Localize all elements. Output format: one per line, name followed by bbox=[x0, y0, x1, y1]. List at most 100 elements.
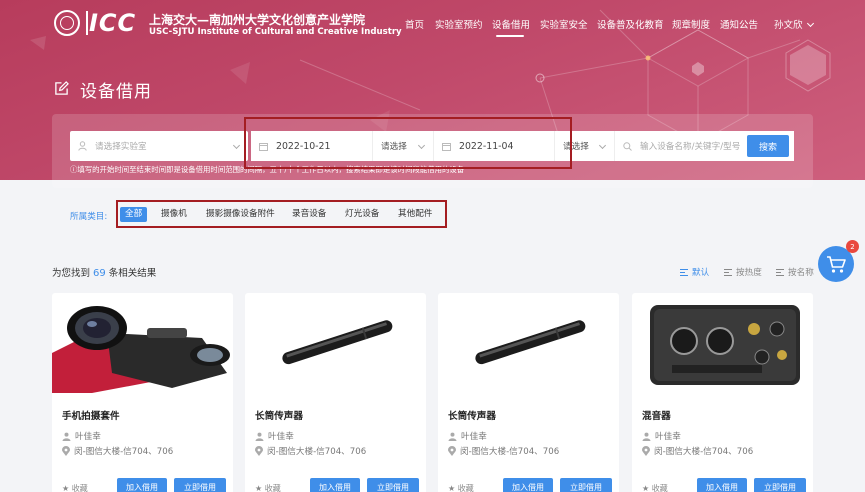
search-button[interactable]: 搜索 bbox=[747, 135, 789, 157]
add-to-borrow-button[interactable]: 加入借用 bbox=[310, 478, 360, 492]
sort-icon bbox=[776, 268, 784, 276]
equipment-card[interactable]: 手机拍摄套件 叶佳幸 闵-图信大楼-信704、706 ★ 收藏 加入借用 立即借… bbox=[52, 293, 233, 492]
equipment-name[interactable]: 长筒传声器 bbox=[255, 408, 303, 422]
person-icon bbox=[642, 432, 651, 441]
equipment-image bbox=[632, 293, 813, 393]
result-summary: 为您找到 69 条相关结果 bbox=[52, 265, 156, 279]
cart-count-badge: 2 bbox=[846, 240, 859, 253]
category-label: 所属类目: bbox=[70, 212, 108, 222]
sort-default[interactable]: 默认 bbox=[680, 266, 709, 278]
user-menu[interactable]: 孙文欣 bbox=[774, 17, 814, 31]
institute-name-cn: 上海交大—南加州大学文化创意产业学院 bbox=[149, 13, 366, 27]
owner-name: 叶佳幸 bbox=[461, 432, 487, 442]
equipment-location: 闵-图信大楼-信704、706 bbox=[62, 445, 173, 457]
category-camera-accessories[interactable]: 摄影摄像设备附件 bbox=[206, 207, 275, 222]
lab-select[interactable]: 请选择实验室 bbox=[70, 131, 248, 161]
chevron-down-icon bbox=[598, 141, 607, 150]
borrow-now-button[interactable]: 立即借用 bbox=[754, 478, 806, 492]
nav-lab-booking[interactable]: 实验室预约 bbox=[435, 17, 483, 31]
sort-popularity-label: 按热度 bbox=[736, 268, 762, 278]
favorite-button[interactable]: ★ 收藏 bbox=[448, 483, 474, 492]
add-to-borrow-button[interactable]: 加入借用 bbox=[503, 478, 553, 492]
add-to-borrow-button[interactable]: 加入借用 bbox=[697, 478, 747, 492]
sort-icon bbox=[680, 268, 688, 276]
owner-name: 叶佳幸 bbox=[268, 432, 294, 442]
sort-popularity[interactable]: 按热度 bbox=[724, 266, 762, 278]
person-icon bbox=[448, 432, 457, 441]
user-name: 孙文欣 bbox=[774, 20, 803, 31]
equipment-location: 闵-图信大楼-信704、706 bbox=[255, 445, 366, 457]
equipment-owner: 叶佳幸 bbox=[62, 430, 101, 442]
result-count: 69 bbox=[93, 268, 106, 279]
location-text: 闵-图信大楼-信704、706 bbox=[460, 447, 560, 457]
equipment-image bbox=[52, 293, 233, 393]
nav-active-indicator bbox=[496, 35, 524, 37]
equipment-owner: 叶佳幸 bbox=[642, 430, 681, 442]
institute-name-en: USC-SJTU Institute of Cultural and Creat… bbox=[149, 27, 402, 37]
search-placeholder: 输入设备名称/关键字/型号 bbox=[640, 142, 741, 152]
equipment-name[interactable]: 手机拍摄套件 bbox=[62, 408, 120, 422]
location-pin-icon bbox=[62, 446, 70, 456]
equipment-card[interactable]: 长筒传声器 叶佳幸 闵-图信大楼-信704、706 ★ 收藏 加入借用 立即借用 bbox=[245, 293, 426, 492]
borrow-now-button[interactable]: 立即借用 bbox=[367, 478, 419, 492]
sjtu-seal-logo bbox=[54, 10, 80, 36]
location-pin-icon bbox=[255, 446, 263, 456]
page-title: 设备借用 bbox=[80, 82, 152, 102]
lab-select-placeholder: 请选择实验室 bbox=[95, 142, 147, 152]
category-all[interactable]: 全部 bbox=[120, 207, 148, 222]
sort-icon bbox=[724, 268, 732, 276]
location-pin-icon bbox=[448, 446, 456, 456]
location-text: 闵-图信大楼-信704、706 bbox=[654, 447, 754, 457]
favorite-label: 收藏 bbox=[71, 484, 88, 492]
annotation-box-dates bbox=[244, 117, 572, 169]
result-suffix: 条相关结果 bbox=[108, 268, 157, 279]
chevron-down-icon bbox=[232, 141, 241, 150]
borrow-now-button[interactable]: 立即借用 bbox=[174, 478, 226, 492]
favorite-label: 收藏 bbox=[457, 484, 474, 492]
edit-icon bbox=[55, 81, 69, 95]
location-text: 闵-图信大楼-信704、706 bbox=[74, 447, 174, 457]
owner-name: 叶佳幸 bbox=[655, 432, 681, 442]
equipment-name[interactable]: 混音器 bbox=[642, 408, 671, 422]
equipment-name[interactable]: 长筒传声器 bbox=[448, 408, 496, 422]
category-other[interactable]: 其他配件 bbox=[398, 207, 432, 222]
favorite-button[interactable]: ★ 收藏 bbox=[62, 483, 88, 492]
equipment-location: 闵-图信大楼-信704、706 bbox=[448, 445, 559, 457]
star-icon: ★ bbox=[448, 484, 458, 492]
chevron-down-icon bbox=[806, 19, 814, 28]
add-to-borrow-button[interactable]: 加入借用 bbox=[117, 478, 167, 492]
nav-equipment-education[interactable]: 设备普及化教育 bbox=[597, 17, 664, 31]
equipment-location: 闵-图信大楼-信704、706 bbox=[642, 445, 753, 457]
person-icon bbox=[255, 432, 264, 441]
favorite-button[interactable]: ★ 收藏 bbox=[642, 483, 668, 492]
category-camera[interactable]: 摄像机 bbox=[161, 207, 187, 222]
sort-name-label: 按名称 bbox=[788, 268, 814, 278]
location-text: 闵-图信大楼-信704、706 bbox=[267, 447, 367, 457]
borrow-now-button[interactable]: 立即借用 bbox=[560, 478, 612, 492]
sort-name[interactable]: 按名称 bbox=[776, 266, 814, 278]
icc-logo[interactable]: ICC bbox=[89, 8, 136, 38]
equipment-card[interactable]: 混音器 叶佳幸 闵-图信大楼-信704、706 ★ 收藏 加入借用 立即借用 bbox=[632, 293, 813, 492]
category-audio[interactable]: 录音设备 bbox=[292, 207, 326, 222]
search-icon bbox=[623, 141, 632, 151]
nav-home[interactable]: 首页 bbox=[405, 17, 424, 31]
equipment-card[interactable]: 长筒传声器 叶佳幸 闵-图信大楼-信704、706 ★ 收藏 加入借用 立即借用 bbox=[438, 293, 619, 492]
nav-regulations[interactable]: 规章制度 bbox=[672, 17, 710, 31]
location-pin-icon bbox=[642, 446, 650, 456]
nav-equipment-borrow[interactable]: 设备借用 bbox=[492, 17, 530, 31]
nav-lab-safety[interactable]: 实验室安全 bbox=[540, 17, 588, 31]
star-icon: ★ bbox=[255, 484, 265, 492]
favorite-button[interactable]: ★ 收藏 bbox=[255, 483, 281, 492]
equipment-image bbox=[245, 293, 426, 393]
sort-default-label: 默认 bbox=[692, 268, 710, 278]
category-lighting[interactable]: 灯光设备 bbox=[345, 207, 379, 222]
star-icon: ★ bbox=[642, 484, 652, 492]
equipment-image bbox=[438, 293, 619, 393]
star-icon: ★ bbox=[62, 484, 72, 492]
equipment-owner: 叶佳幸 bbox=[448, 430, 487, 442]
person-icon bbox=[62, 432, 71, 441]
owner-name: 叶佳幸 bbox=[75, 432, 101, 442]
equipment-owner: 叶佳幸 bbox=[255, 430, 294, 442]
favorite-label: 收藏 bbox=[651, 484, 668, 492]
nav-notices[interactable]: 通知公告 bbox=[720, 17, 758, 31]
